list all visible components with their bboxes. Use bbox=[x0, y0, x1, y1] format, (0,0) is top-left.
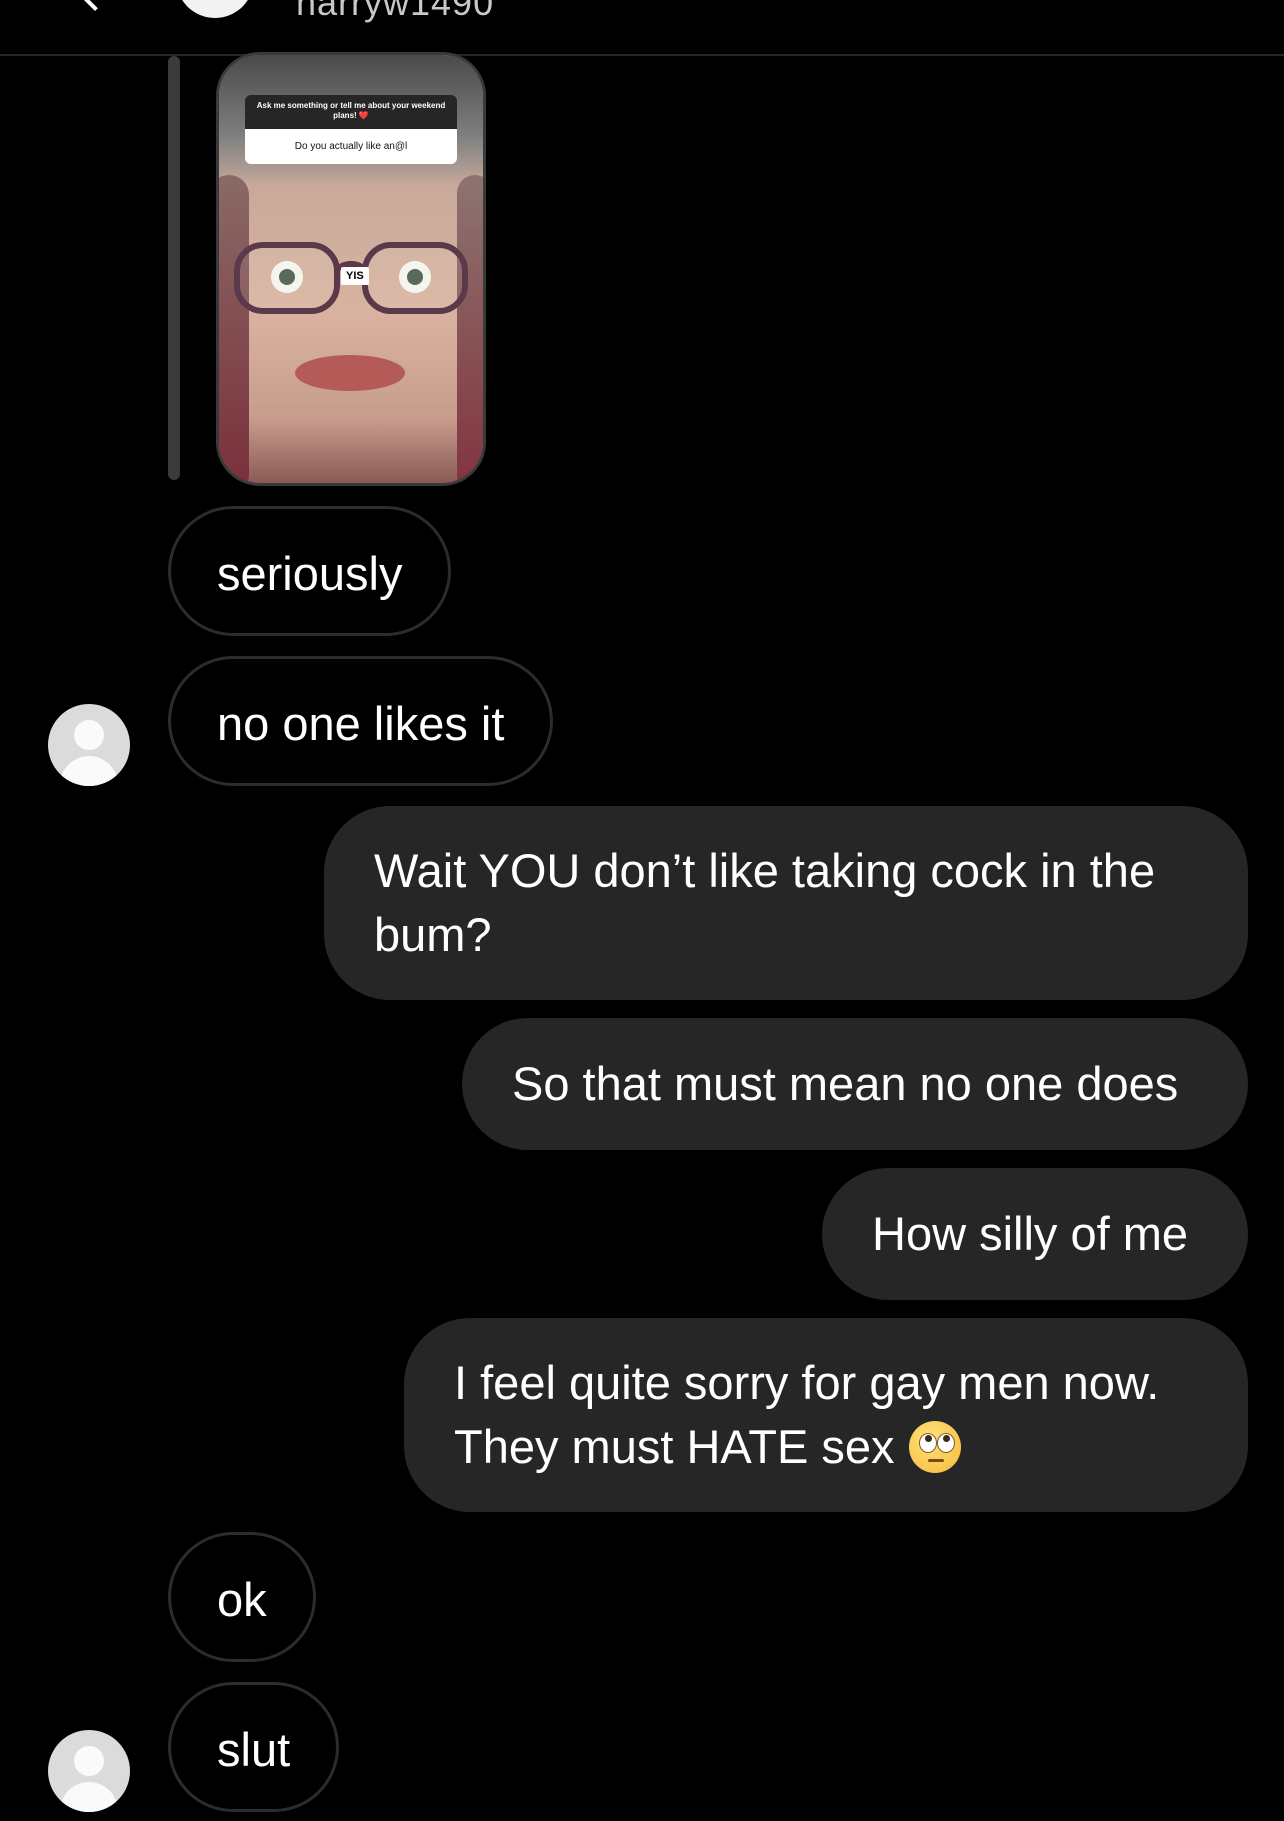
emoji-eye-right bbox=[936, 1433, 955, 1453]
header-username[interactable]: harryw1490 bbox=[296, 0, 494, 24]
message-bubble-incoming[interactable]: ok bbox=[168, 1532, 316, 1662]
message-bubble-outgoing[interactable]: I feel quite sorry for gay men now. They… bbox=[404, 1318, 1248, 1512]
avatar-body bbox=[60, 756, 118, 786]
message-bubble-incoming[interactable]: slut bbox=[168, 1682, 340, 1812]
story-question-sticker: Ask me something or tell me about your w… bbox=[245, 95, 457, 223]
reply-indicator-bar bbox=[168, 56, 180, 480]
story-text-sticker: YIS bbox=[341, 267, 369, 285]
avatar-head bbox=[74, 1746, 104, 1776]
story-reply-preview[interactable]: Ask me something or tell me about your w… bbox=[216, 52, 486, 486]
message-text: How silly of me bbox=[872, 1207, 1189, 1260]
avatar-head bbox=[74, 720, 104, 750]
message-text: seriously bbox=[217, 547, 403, 600]
story-image-lips bbox=[295, 355, 405, 391]
message-bubble-outgoing[interactable]: So that must mean no one does bbox=[462, 1018, 1248, 1150]
message-bubble-outgoing[interactable]: How silly of me bbox=[822, 1168, 1248, 1300]
story-question-answer: Do you actually like an@l bbox=[245, 129, 457, 164]
emoji-mouth bbox=[927, 1459, 944, 1462]
back-arrow-icon[interactable] bbox=[70, 0, 120, 12]
message-text: slut bbox=[217, 1723, 291, 1776]
message-text: I feel quite sorry for gay men now. They… bbox=[454, 1356, 1160, 1473]
message-bubble-incoming[interactable]: seriously bbox=[168, 506, 452, 636]
message-text: no one likes it bbox=[217, 697, 505, 750]
story-question-prompt: Ask me something or tell me about your w… bbox=[245, 95, 457, 129]
sender-avatar[interactable] bbox=[48, 704, 130, 786]
message-text: Wait YOU don’t like taking cock in the b… bbox=[374, 844, 1156, 961]
message-text: ok bbox=[217, 1573, 267, 1626]
message-bubble-incoming[interactable]: no one likes it bbox=[168, 656, 554, 786]
sender-avatar[interactable] bbox=[48, 1730, 130, 1812]
avatar-body bbox=[60, 1782, 118, 1812]
glasses-graphic bbox=[234, 242, 468, 314]
rolling-eyes-emoji-icon bbox=[908, 1421, 961, 1473]
message-bubble-outgoing[interactable]: Wait YOU don’t like taking cock in the b… bbox=[324, 806, 1248, 1000]
chat-header: harryw1490 bbox=[0, 0, 1284, 56]
header-avatar[interactable] bbox=[176, 0, 254, 18]
message-text: So that must mean no one does bbox=[512, 1057, 1179, 1110]
emoji-eye-left bbox=[918, 1433, 937, 1453]
